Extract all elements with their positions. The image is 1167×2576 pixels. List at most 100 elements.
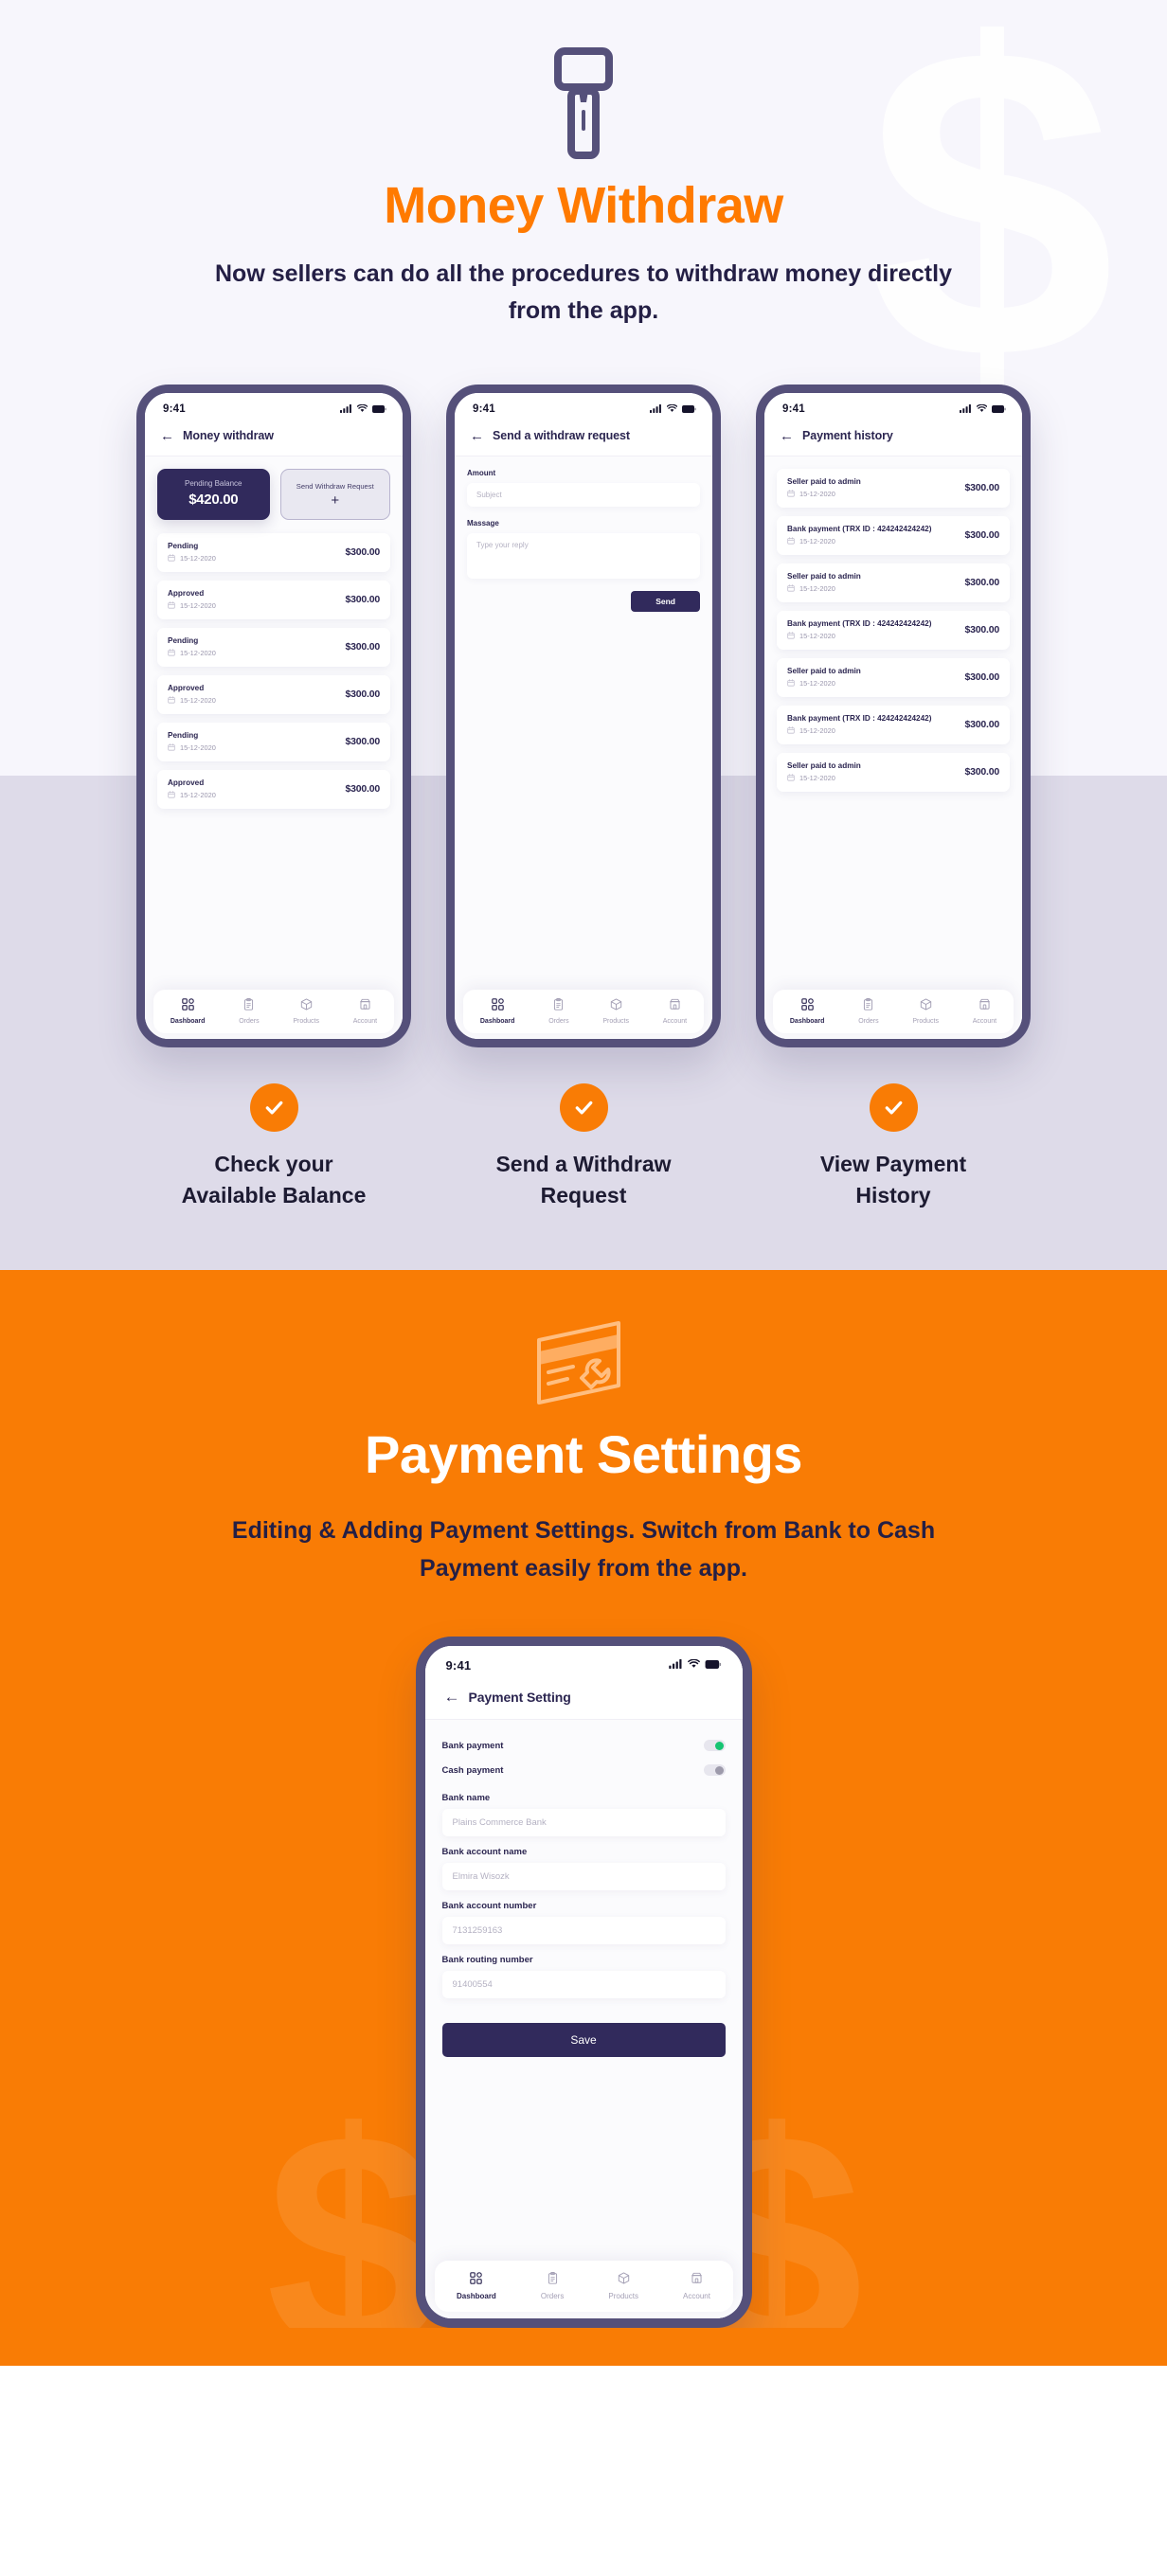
send-button[interactable]: Send xyxy=(631,590,700,612)
transaction-row[interactable]: Approved 15-12-2020 $300.00 xyxy=(157,580,390,619)
transaction-date: 15-12-2020 xyxy=(168,742,216,753)
bottom-nav[interactable]: Dashboard Orders Products Account xyxy=(463,989,704,1033)
nav-item-orders[interactable]: Orders xyxy=(541,2272,564,2300)
app-bar-title: Money withdraw xyxy=(183,429,274,442)
page-root: $ Money Withdraw Now sellers can do all … xyxy=(0,0,1167,2367)
arrow-left-icon[interactable]: ← xyxy=(160,429,174,443)
transaction-row[interactable]: Pending 15-12-2020 $300.00 xyxy=(157,722,390,761)
field-input[interactable]: Plains Commerce Bank xyxy=(441,1809,726,1837)
status-bar: 9:41 xyxy=(764,392,1022,425)
app-bar-title: Send a withdraw request xyxy=(493,429,630,442)
nav-item-account[interactable]: Account xyxy=(353,998,377,1025)
nav-item-label: Dashboard xyxy=(170,1017,206,1025)
nav-item-dashboard[interactable]: Dashboard xyxy=(170,997,206,1025)
settings-title: Payment Settings xyxy=(365,1424,802,1485)
feature-caption: Check your Available Balance xyxy=(136,1082,411,1212)
toggle-switch[interactable] xyxy=(703,1740,726,1752)
history-row[interactable]: Seller paid to admin 15-12-2020 $300.00 xyxy=(777,563,1010,602)
nav-item-account[interactable]: Account xyxy=(973,998,996,1025)
box-icon xyxy=(300,997,313,1015)
transaction-amount: $300.00 xyxy=(345,594,380,605)
feature-caption: View Payment History xyxy=(756,1082,1031,1212)
nav-item-orders[interactable]: Orders xyxy=(858,997,879,1025)
clipboard-icon xyxy=(547,2272,559,2289)
pending-balance-label: Pending Balance xyxy=(185,478,242,488)
status-time: 9:41 xyxy=(473,402,495,415)
amount-input[interactable]: Subject xyxy=(467,482,700,507)
battery-icon xyxy=(372,401,386,418)
field-label: Bank routing number xyxy=(441,1955,533,1966)
arrow-left-icon[interactable]: ← xyxy=(444,1689,460,1705)
payment-setting-form: Bank payment Cash payment Bank name Plain… xyxy=(424,1720,743,2319)
field-label: Bank account name xyxy=(441,1847,528,1858)
battery-icon xyxy=(682,401,696,418)
toggle-list: Bank payment Cash payment xyxy=(442,1733,726,1782)
arrow-left-icon[interactable]: ← xyxy=(780,429,794,443)
phone-money-withdraw: 9:41 ← Money withdraw Pending Balance $4… xyxy=(136,384,411,1047)
payment-settings-section: $$$ Payment Settings Editing & Adding Pa… xyxy=(0,1270,1167,2367)
transaction-row[interactable]: Approved 15-12-2020 $300.00 xyxy=(157,769,390,809)
grid-icon xyxy=(800,997,814,1015)
transaction-amount: $300.00 xyxy=(345,689,380,700)
field-input[interactable]: 91400554 xyxy=(441,1971,726,1999)
caption-text: View Payment History xyxy=(819,1151,967,1208)
history-row[interactable]: Bank payment (TRX ID : 424242424242) 15-… xyxy=(777,705,1010,744)
transaction-amount: $300.00 xyxy=(345,641,380,653)
nav-item-dashboard[interactable]: Dashboard xyxy=(479,997,515,1025)
save-button[interactable]: Save xyxy=(441,2023,726,2058)
app-bar: ← Money withdraw xyxy=(145,424,403,456)
history-amount: $300.00 xyxy=(964,577,999,588)
transaction-row[interactable]: Pending 15-12-2020 $300.00 xyxy=(157,627,390,667)
status-bar: 9:41 xyxy=(424,1646,743,1685)
bottom-nav[interactable]: Dashboard Orders Products Account xyxy=(773,989,1014,1033)
nav-item-products[interactable]: Products xyxy=(912,997,939,1025)
box-icon xyxy=(610,997,622,1015)
nav-item-label: Products xyxy=(293,1017,319,1025)
toggle-label: Bank payment xyxy=(441,1740,504,1751)
history-title: Bank payment (TRX ID : 424242424242) xyxy=(787,713,932,723)
transaction-row[interactable]: Pending 15-12-2020 $300.00 xyxy=(157,532,390,572)
message-input[interactable]: Type your reply xyxy=(467,532,700,579)
history-row[interactable]: Seller paid to admin 15-12-2020 $300.00 xyxy=(777,752,1010,792)
nav-item-dashboard[interactable]: Dashboard xyxy=(790,997,824,1025)
wifi-icon xyxy=(356,401,368,418)
history-row[interactable]: Bank payment (TRX ID : 424242424242) 15-… xyxy=(777,610,1010,650)
field-input[interactable]: 7131259163 xyxy=(441,1917,726,1945)
setting-toggle-row[interactable]: Bank payment xyxy=(442,1733,726,1758)
clipboard-icon xyxy=(552,997,565,1015)
history-date: 15-12-2020 xyxy=(787,678,861,689)
bottom-nav[interactable]: Dashboard Orders Products Account xyxy=(153,989,394,1033)
transaction-row[interactable]: Approved 15-12-2020 $300.00 xyxy=(157,674,390,714)
nav-item-products[interactable]: Products xyxy=(608,2272,638,2300)
history-row[interactable]: Seller paid to admin 15-12-2020 $300.00 xyxy=(777,657,1010,697)
toggle-switch[interactable] xyxy=(703,1764,726,1777)
nav-item-account[interactable]: Account xyxy=(663,998,687,1025)
history-amount: $300.00 xyxy=(964,482,999,493)
nav-item-label: Dashboard xyxy=(479,1017,515,1025)
setting-toggle-row[interactable]: Cash payment xyxy=(442,1758,726,1782)
nav-item-products[interactable]: Products xyxy=(293,997,319,1025)
transaction-status: Pending xyxy=(168,541,199,550)
history-amount: $300.00 xyxy=(964,624,999,635)
nav-item-orders[interactable]: Orders xyxy=(239,997,260,1025)
calendar-icon xyxy=(787,725,795,736)
calendar-icon xyxy=(787,678,795,689)
nav-item-orders[interactable]: Orders xyxy=(548,997,569,1025)
history-amount: $300.00 xyxy=(964,719,999,730)
nav-item-dashboard[interactable]: Dashboard xyxy=(457,2272,496,2300)
bottom-nav[interactable]: Dashboard Orders Products Account xyxy=(434,2261,733,2313)
arrow-left-icon[interactable]: ← xyxy=(470,429,484,443)
pending-balance-card[interactable]: Pending Balance $420.00 xyxy=(157,468,270,520)
calendar-icon xyxy=(168,742,175,753)
nav-item-account[interactable]: Account xyxy=(683,2272,710,2300)
nav-item-products[interactable]: Products xyxy=(602,997,629,1025)
transaction-date: 15-12-2020 xyxy=(168,553,216,564)
history-row[interactable]: Seller paid to admin 15-12-2020 $300.00 xyxy=(777,468,1010,508)
history-title: Seller paid to admin xyxy=(787,760,861,770)
history-row[interactable]: Bank payment (TRX ID : 424242424242) 15-… xyxy=(777,515,1010,555)
send-withdraw-request-button[interactable]: Send Withdraw Request + xyxy=(279,468,390,520)
send-withdraw-request-label: Send Withdraw Request xyxy=(296,482,374,492)
field-input[interactable]: Elmira Wisozk xyxy=(441,1863,726,1891)
nav-item-label: Products xyxy=(602,1017,629,1025)
toggle-label: Cash payment xyxy=(441,1764,504,1776)
